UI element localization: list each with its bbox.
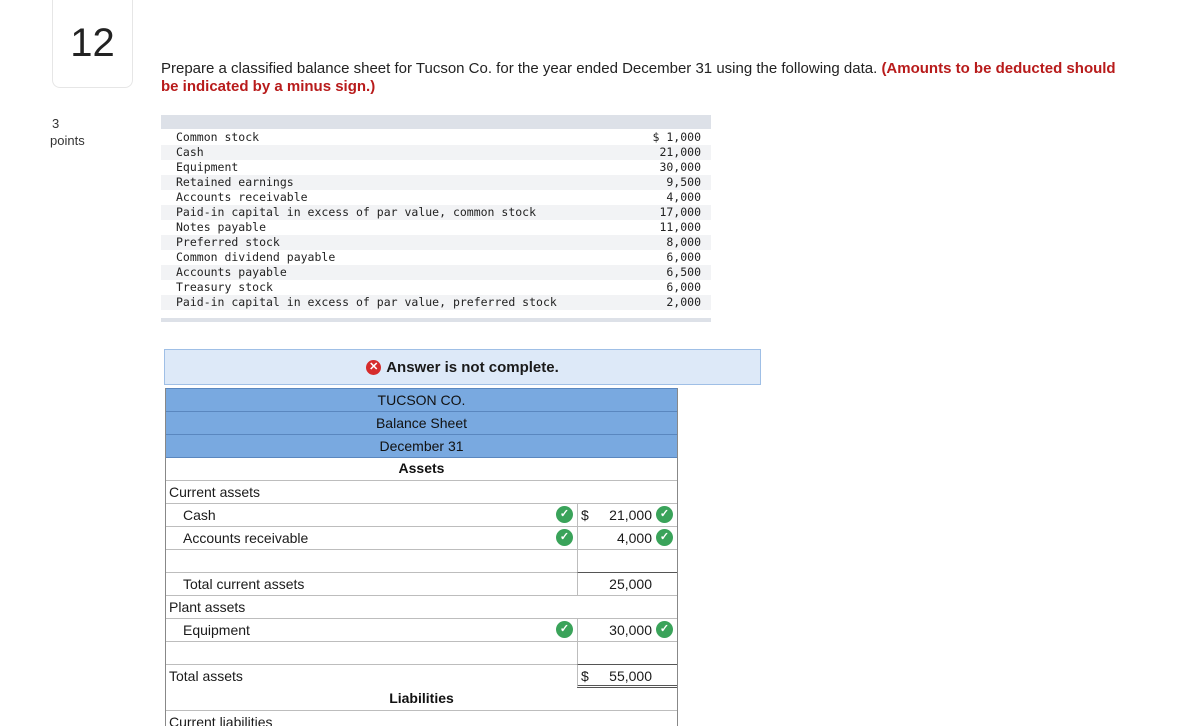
points-value: 3	[52, 116, 60, 131]
correct-check-icon: ✓	[556, 621, 573, 638]
given-data-row: Retained earnings 9,500	[161, 175, 711, 190]
total-assets-label: Total assets	[169, 668, 243, 684]
given-data-row: Common dividend payable 6,000	[161, 250, 711, 265]
accounts-receivable-amount[interactable]: 4,000	[617, 527, 652, 549]
given-data-label: Accounts payable	[176, 265, 287, 279]
given-data-amount: $ 1,000	[652, 130, 701, 144]
given-data-row: Treasury stock 6,000	[161, 280, 711, 295]
given-data-amount: 17,000	[659, 205, 701, 219]
given-data-label: Retained earnings	[176, 175, 294, 189]
current-assets-row: Current assets	[166, 480, 677, 503]
given-data-amount: 11,000	[659, 220, 701, 234]
correct-check-icon: ✓	[556, 529, 573, 546]
cash-row[interactable]: Cash ✓ $ 21,000 ✓	[166, 503, 677, 526]
given-data-amount: 21,000	[659, 145, 701, 159]
given-data-label: Common dividend payable	[176, 250, 336, 264]
equipment-amount[interactable]: 30,000	[609, 619, 652, 641]
total-current-assets-amount: 25,000	[609, 576, 652, 592]
correct-check-icon: ✓	[656, 506, 673, 523]
dollar-sign: $	[581, 668, 589, 684]
given-data-label: Common stock	[176, 130, 260, 144]
total-assets-amount: 55,000	[609, 668, 652, 684]
correct-check-icon: ✓	[656, 621, 673, 638]
statement-date-header: December 31	[166, 434, 677, 458]
assets-header: Assets	[398, 460, 445, 476]
total-current-assets-label: Total current assets	[183, 576, 305, 592]
total-current-assets-amount-cell: 25,000	[577, 572, 677, 595]
given-data-amount: 6,000	[666, 280, 701, 294]
given-data-amount: 6,500	[666, 265, 701, 279]
statement-title: Balance Sheet	[375, 415, 468, 431]
given-data-row: Cash 21,000	[161, 145, 711, 160]
given-data-label: Notes payable	[176, 220, 267, 234]
given-data-row: Accounts receivable 4,000	[161, 190, 711, 205]
cash-amount[interactable]: 21,000	[609, 504, 652, 526]
given-data-row: Common stock $ 1,000	[161, 130, 711, 145]
given-data-label: Accounts receivable	[176, 190, 308, 204]
dollar-sign: $	[581, 507, 589, 523]
balance-sheet-form: TUCSON CO. Balance Sheet December 31 Ass…	[165, 388, 678, 726]
given-data-label: Paid-in capital in excess of par value, …	[176, 295, 557, 309]
given-data-row: Paid-in capital in excess of par value, …	[161, 295, 711, 310]
accounts-receivable-amount-cell[interactable]: 4,000 ✓	[577, 526, 677, 549]
company-name: TUCSON CO.	[377, 392, 466, 408]
correct-check-icon: ✓	[556, 506, 573, 523]
cash-amount-cell[interactable]: $ 21,000 ✓	[577, 503, 677, 526]
answer-status-text: Answer is not complete.	[386, 358, 559, 376]
empty-amount-cell[interactable]	[577, 549, 677, 572]
answer-status-banner: ✕ Answer is not complete.	[164, 349, 761, 385]
question-number: 12	[70, 21, 115, 65]
prompt-text: Prepare a classified balance sheet for T…	[161, 60, 882, 77]
given-data-amount: 2,000	[666, 295, 701, 309]
empty-plant-row[interactable]	[166, 641, 677, 664]
given-data-label: Paid-in capital in excess of par value, …	[176, 205, 537, 219]
given-data-row: Accounts payable 6,500	[161, 265, 711, 280]
statement-title-header: Balance Sheet	[166, 411, 677, 434]
question-number-card: 12	[52, 0, 133, 88]
accounts-receivable-label[interactable]: Accounts receivable	[183, 527, 308, 549]
given-data-amount: 9,500	[666, 175, 701, 189]
given-data-row: Notes payable 11,000	[161, 220, 711, 235]
given-data-amount: 6,000	[666, 250, 701, 264]
given-data-label: Preferred stock	[176, 235, 280, 249]
equipment-amount-cell[interactable]: 30,000 ✓	[577, 618, 677, 641]
given-data-row: Paid-in capital in excess of par value, …	[161, 205, 711, 220]
given-data-amount: 4,000	[666, 190, 701, 204]
question-prompt: Prepare a classified balance sheet for T…	[161, 60, 1121, 96]
empty-amount-cell[interactable]	[577, 641, 677, 664]
correct-check-icon: ✓	[656, 529, 673, 546]
empty-asset-row[interactable]	[166, 549, 677, 572]
current-liabilities-row: Current liabilities	[166, 710, 677, 726]
current-assets-label: Current assets	[169, 484, 261, 500]
plant-assets-row: Plant assets	[166, 595, 677, 618]
total-current-assets-row: Total current assets 25,000	[166, 572, 677, 595]
given-data-row: Equipment 30,000	[161, 160, 711, 175]
given-data-label: Cash	[176, 145, 204, 159]
given-data-row: Preferred stock 8,000	[161, 235, 711, 250]
given-data-amount: 30,000	[659, 160, 701, 174]
company-name-header: TUCSON CO.	[166, 388, 677, 411]
given-data-amount: 8,000	[666, 235, 701, 249]
liabilities-header: Liabilities	[389, 690, 454, 706]
given-data-label: Equipment	[176, 160, 239, 174]
equipment-label[interactable]: Equipment	[183, 619, 250, 641]
points-label: points	[50, 133, 85, 148]
statement-date: December 31	[379, 438, 464, 454]
accounts-receivable-row[interactable]: Accounts receivable ✓ 4,000 ✓	[166, 526, 677, 549]
total-assets-amount-cell: $ 55,000	[577, 664, 677, 688]
given-data-label: Treasury stock	[176, 280, 273, 294]
plant-assets-label: Plant assets	[169, 599, 246, 615]
current-liabilities-label: Current liabilities	[169, 714, 273, 726]
given-data-table: Common stock $ 1,000 Cash 21,000 Equipment 30…	[161, 115, 711, 322]
equipment-row[interactable]: Equipment ✓ 30,000 ✓	[166, 618, 677, 641]
total-assets-row: Total assets $ 55,000	[166, 664, 677, 688]
x-circle-icon: ✕	[366, 359, 382, 375]
cash-label[interactable]: Cash	[183, 504, 216, 526]
